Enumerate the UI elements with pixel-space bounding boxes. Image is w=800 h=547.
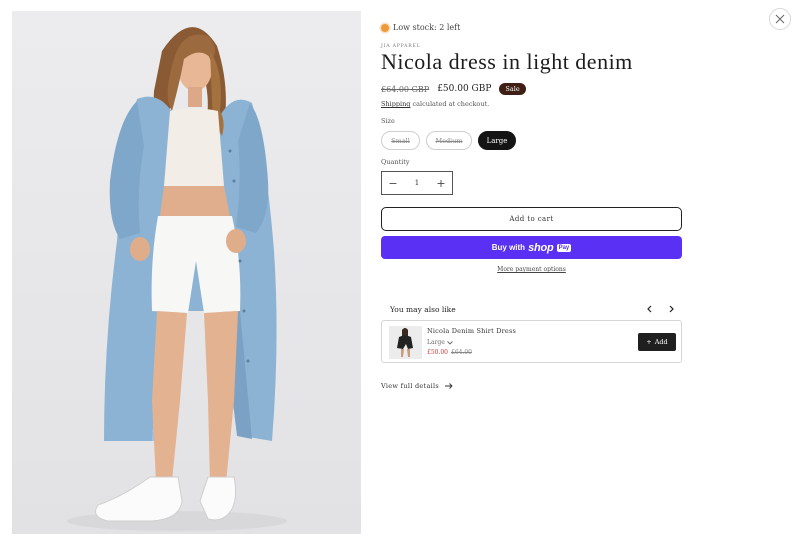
buy-with-shop-pay-button[interactable]: Buy with shop Pay — [381, 236, 682, 259]
stock-indicator: Low stock: 2 left — [381, 23, 460, 32]
recommendation-image[interactable] — [389, 326, 422, 359]
carousel-next-button[interactable] — [666, 302, 678, 316]
shipping-note: Shipping calculated at checkout. — [381, 100, 489, 108]
plus-icon: + — [646, 338, 652, 346]
carousel-prev-button[interactable] — [643, 302, 655, 316]
recommendation-price: £50.00 £64.00 — [427, 349, 472, 356]
chevron-right-icon — [669, 305, 674, 313]
recommendation-price-original: £64.00 — [451, 349, 472, 356]
shipping-link[interactable]: Shipping — [381, 100, 410, 108]
quantity-increase-button[interactable]: + — [430, 172, 452, 194]
quantity-stepper: − 1 + — [381, 171, 453, 195]
view-full-details-label: View full details — [381, 382, 440, 390]
more-payment-options-link[interactable]: More payment options — [497, 266, 566, 273]
stock-text: Low stock: 2 left — [393, 23, 461, 32]
quantity-label: Quantity — [381, 158, 410, 166]
price-row: £64.00 GBP £50.00 GBP Sale — [381, 83, 526, 95]
recommendation-name[interactable]: Nicola Denim Shirt Dress — [427, 327, 516, 335]
close-icon — [775, 14, 785, 24]
pay-logo: Pay — [556, 243, 572, 252]
price-original: £64.00 GBP — [381, 84, 430, 94]
product-title: Nicola dress in light denim — [381, 49, 633, 74]
recommendation-thumbnail — [389, 326, 422, 359]
size-option-large[interactable]: Large — [478, 131, 516, 150]
recommendation-variant-value: Large — [427, 339, 445, 346]
shipping-text: calculated at checkout. — [410, 100, 490, 108]
close-button[interactable] — [769, 8, 791, 30]
recommendations-title: You may also like — [390, 305, 456, 314]
recommendation-price-sale: £50.00 — [427, 349, 448, 356]
recommendation-add-label: Add — [654, 338, 668, 346]
chevron-left-icon — [647, 305, 652, 313]
model-illustration — [67, 27, 287, 531]
size-option-medium[interactable]: Medium — [426, 131, 472, 150]
shop-logo: shop — [528, 241, 554, 254]
sale-badge: Sale — [499, 83, 526, 95]
recommendation-card: Nicola Denim Shirt Dress Large £50.00 £6… — [381, 320, 682, 363]
buy-with-label: Buy with — [491, 243, 526, 252]
view-full-details-link[interactable]: View full details — [381, 382, 453, 390]
quantity-input[interactable]: 1 — [404, 179, 430, 187]
size-option-small[interactable]: Small — [381, 131, 420, 150]
recommendation-variant-select[interactable]: Large — [427, 339, 453, 346]
price-sale: £50.00 GBP — [437, 84, 492, 94]
size-label: Size — [381, 117, 395, 125]
size-selector: Small Medium Large — [381, 131, 516, 150]
add-to-cart-button[interactable]: Add to cart — [381, 207, 682, 231]
arrow-right-icon — [445, 383, 453, 389]
stock-dot-icon — [381, 23, 389, 32]
product-image — [12, 11, 361, 534]
quantity-decrease-button[interactable]: − — [382, 172, 404, 194]
chevron-down-icon — [447, 340, 453, 345]
more-payment-options: More payment options — [381, 266, 682, 273]
recommendation-add-button[interactable]: + Add — [638, 333, 676, 351]
